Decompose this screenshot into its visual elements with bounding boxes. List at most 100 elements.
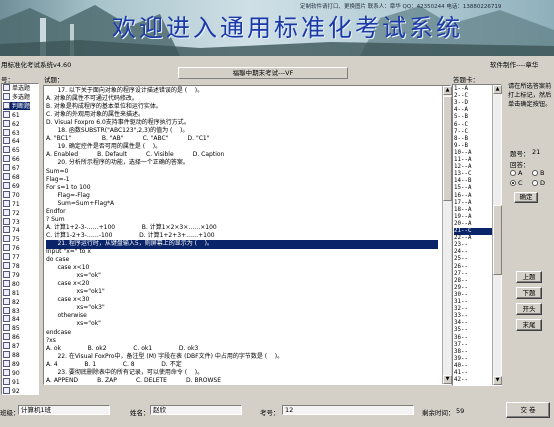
answer-item[interactable]: 34-- <box>454 320 468 327</box>
radio-icon[interactable] <box>532 180 538 186</box>
answer-item[interactable]: 7--C <box>454 129 468 136</box>
answer-item[interactable]: 20--A <box>454 221 471 228</box>
answer-scroll-thumb[interactable] <box>493 205 502 275</box>
answer-item[interactable]: 22--A <box>454 235 471 242</box>
tree-item[interactable]: 90 <box>3 368 20 378</box>
tree-item[interactable]: 73 <box>3 217 20 227</box>
answer-scrollbar[interactable]: ▲ ▼ <box>492 85 502 385</box>
answer-item[interactable]: 37-- <box>454 342 468 349</box>
answer-item[interactable]: 41-- <box>454 370 468 377</box>
scroll-thumb[interactable] <box>443 96 452 201</box>
content-scrollbar[interactable]: ▲ ▼ <box>442 86 452 384</box>
tree-item[interactable]: 69 <box>3 181 20 191</box>
answer-item[interactable]: 26-- <box>454 264 468 271</box>
last-question-button[interactable]: 末尾 <box>516 319 542 331</box>
answer-item[interactable]: 4--A <box>454 107 468 114</box>
tree-item[interactable]: 71 <box>3 199 20 209</box>
question-content[interactable]: 17. 以下关于面向对象的程序设计描述错误的是 ( )。 A. 对象的属性不可通过… <box>43 85 451 385</box>
tree-item[interactable]: 84 <box>3 315 20 324</box>
tree-item[interactable]: 89 <box>3 359 20 369</box>
tree-item[interactable]: 77 <box>3 253 20 262</box>
answer-option-d[interactable]: D <box>532 179 545 187</box>
submit-exam-button[interactable]: 交 卷 <box>506 402 550 418</box>
tree-item[interactable]: 88 <box>3 351 20 360</box>
answer-item[interactable]: 19--A <box>454 214 471 221</box>
answer-item[interactable]: 8--B <box>454 136 468 143</box>
radio-icon[interactable] <box>510 170 516 176</box>
answer-item[interactable]: 42-- <box>454 377 468 384</box>
answer-item[interactable]: 30-- <box>454 292 468 299</box>
answer-item[interactable]: 9--B <box>454 143 468 150</box>
answer-item[interactable]: 11--A <box>454 157 471 164</box>
confirm-button[interactable]: 确定 <box>514 192 538 203</box>
answer-item[interactable]: 40-- <box>454 363 468 370</box>
answer-scroll-up-icon[interactable]: ▲ <box>493 85 502 94</box>
scroll-up-icon[interactable]: ▲ <box>443 86 452 95</box>
answer-item[interactable]: 3--D <box>454 100 468 107</box>
tree-item[interactable]: 76 <box>3 244 20 253</box>
answer-item[interactable]: 16--A <box>454 193 471 200</box>
answer-item[interactable]: 1--A <box>454 86 468 93</box>
prev-question-button[interactable]: 上题 <box>516 271 542 283</box>
next-question-button[interactable]: 下题 <box>516 287 542 299</box>
tree-item[interactable]: 74 <box>3 226 20 235</box>
answer-option-b[interactable]: B <box>532 169 544 177</box>
answer-item[interactable]: 36-- <box>454 335 468 342</box>
tree-item[interactable]: 多选题 <box>3 92 30 102</box>
tree-item[interactable]: 78 <box>3 262 20 271</box>
answer-item[interactable]: 29-- <box>454 285 468 292</box>
first-question-button[interactable]: 开头 <box>516 303 542 315</box>
tree-item[interactable]: 82 <box>3 297 20 307</box>
answer-option-c[interactable]: C <box>510 179 523 187</box>
answer-item[interactable]: 35-- <box>454 327 468 334</box>
answer-item[interactable]: 28-- <box>454 278 468 285</box>
tree-item[interactable]: 62 <box>3 119 20 129</box>
tree-item[interactable]: 92 <box>3 386 20 394</box>
answer-item[interactable]: 10--A <box>454 150 471 157</box>
tree-item[interactable]: 72 <box>3 208 20 218</box>
answer-item[interactable]: 21--C <box>454 228 492 236</box>
answer-item[interactable]: 14--B <box>454 178 471 185</box>
answer-item[interactable]: 38-- <box>454 349 468 356</box>
answer-item[interactable]: 13--C <box>454 171 471 178</box>
answer-option-a[interactable]: A <box>510 169 522 177</box>
answer-scroll-down-icon[interactable]: ▼ <box>493 376 502 385</box>
tree-item[interactable]: 80 <box>3 279 20 289</box>
answer-item[interactable]: 27-- <box>454 271 468 278</box>
tree-item[interactable]: 85 <box>3 324 20 333</box>
tree-item[interactable]: 79 <box>3 270 20 280</box>
tree-item[interactable]: 63 <box>3 128 20 138</box>
tree-item[interactable]: 81 <box>3 288 20 298</box>
question-tree[interactable]: 单选题 多选题 判断题 61 62 63 64 65 66 67 68 69 70 71 72 73 74 75 7… <box>1 83 39 395</box>
answer-item[interactable]: 17--A <box>454 200 471 207</box>
answer-item[interactable]: 2--C <box>454 93 468 100</box>
tree-item[interactable]: 83 <box>3 306 20 316</box>
scroll-down-icon[interactable]: ▼ <box>443 375 452 384</box>
tree-item[interactable]: 86 <box>3 333 20 342</box>
tree-item[interactable]: 单选题 <box>3 84 30 93</box>
answer-item[interactable]: 33-- <box>454 313 468 320</box>
tree-item[interactable]: 70 <box>3 190 20 200</box>
answer-item[interactable]: 31-- <box>454 299 468 306</box>
answer-item[interactable]: 12--A <box>454 164 471 171</box>
tree-item[interactable]: 87 <box>3 342 20 351</box>
answer-item[interactable]: 39-- <box>454 356 468 363</box>
radio-icon[interactable] <box>532 170 538 176</box>
tree-item[interactable]: 判断题 <box>3 101 31 111</box>
radio-icon[interactable] <box>510 180 516 186</box>
answer-item[interactable]: 18--A <box>454 207 471 214</box>
tree-item[interactable]: 68 <box>3 173 20 182</box>
tree-item[interactable]: 67 <box>3 164 20 173</box>
answer-item[interactable]: 23-- <box>454 242 468 249</box>
tree-item[interactable]: 61 <box>3 110 20 120</box>
answer-item[interactable]: 6--C <box>454 122 468 129</box>
answer-item[interactable]: 32-- <box>454 306 468 313</box>
tree-item[interactable]: 91 <box>3 377 20 387</box>
answer-item[interactable]: 24-- <box>454 249 468 256</box>
tree-item[interactable]: 66 <box>3 155 20 164</box>
answer-item[interactable]: 5--B <box>454 114 468 121</box>
answer-item[interactable]: 15--A <box>454 185 471 192</box>
tree-item[interactable]: 65 <box>3 146 20 155</box>
tree-item[interactable]: 64 <box>3 137 20 146</box>
tree-item[interactable]: 75 <box>3 235 20 244</box>
